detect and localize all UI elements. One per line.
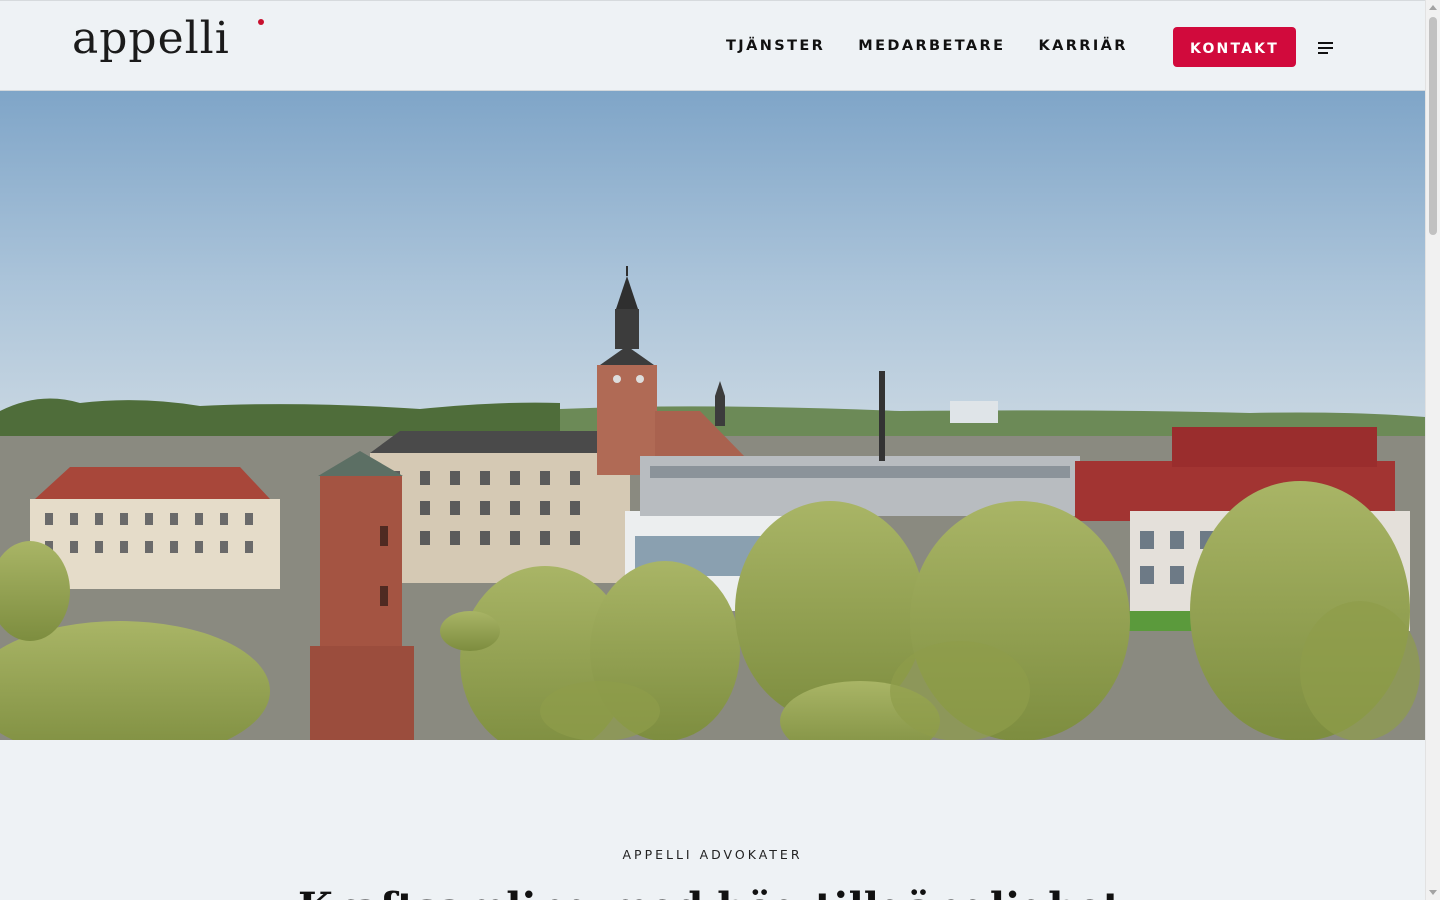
main-nav: TJÄNSTER MEDARBETARE KARRIÄR bbox=[726, 38, 1161, 54]
site-header: appelli TJÄNSTER MEDARBETARE KARRIÄR KON… bbox=[0, 0, 1425, 91]
scroll-thumb[interactable] bbox=[1429, 17, 1437, 235]
nav-item-karriar[interactable]: KARRIÄR bbox=[1038, 38, 1127, 54]
vertical-scrollbar[interactable] bbox=[1425, 0, 1440, 900]
nav-item-tjanster[interactable]: TJÄNSTER bbox=[726, 38, 825, 54]
scroll-up-arrow-icon[interactable] bbox=[1429, 5, 1437, 10]
logo-accent-dot bbox=[258, 19, 264, 25]
hero-image bbox=[0, 91, 1425, 740]
logo[interactable]: appelli bbox=[72, 17, 230, 61]
page: appelli TJÄNSTER MEDARBETARE KARRIÄR KON… bbox=[0, 0, 1425, 900]
nav-item-medarbetare[interactable]: MEDARBETARE bbox=[858, 38, 1005, 54]
contact-button[interactable]: KONTAKT bbox=[1173, 27, 1296, 67]
scroll-down-arrow-icon[interactable] bbox=[1429, 890, 1437, 895]
aerial-city-illustration bbox=[0, 91, 1425, 740]
section-headline: Kraftsamling med hög tillgänglighet bbox=[298, 884, 1121, 900]
section-eyebrow: APPELLI ADVOKATER bbox=[622, 847, 803, 862]
hamburger-menu-icon[interactable] bbox=[1318, 42, 1334, 54]
